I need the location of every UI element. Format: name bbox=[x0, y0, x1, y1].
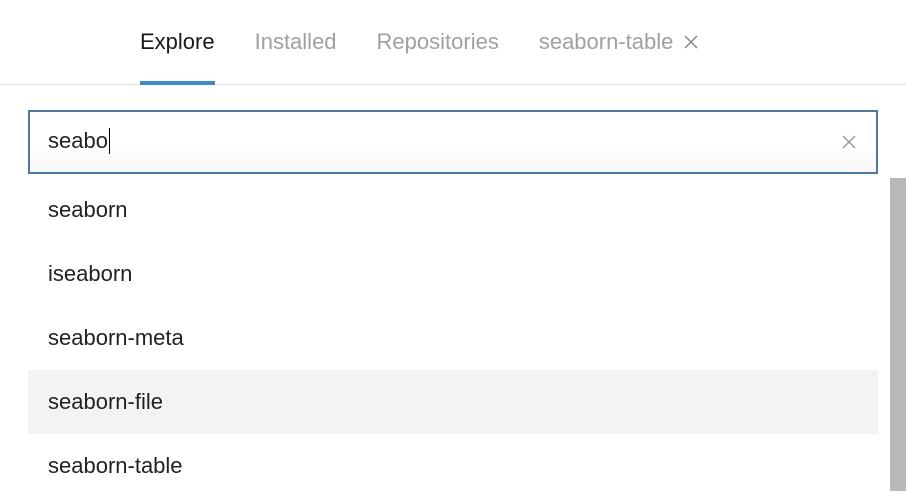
tabs-bar: Explore Installed Repositories seaborn-t… bbox=[0, 0, 906, 85]
results-list: seaborn iseaborn seaborn-meta seaborn-fi… bbox=[28, 178, 878, 498]
result-label: iseaborn bbox=[48, 261, 132, 286]
list-item[interactable]: seaborn-meta bbox=[28, 306, 878, 370]
tab-seaborn-table[interactable]: seaborn-table bbox=[539, 0, 700, 84]
tab-repositories-label: Repositories bbox=[377, 29, 499, 55]
close-icon[interactable] bbox=[683, 34, 699, 50]
tab-extra-label: seaborn-table bbox=[539, 29, 674, 55]
tab-repositories[interactable]: Repositories bbox=[377, 0, 499, 84]
text-cursor bbox=[109, 128, 111, 154]
scrollbar-thumb[interactable] bbox=[890, 178, 906, 491]
result-label: seaborn-file bbox=[48, 389, 163, 414]
list-item[interactable]: seaborn-file bbox=[28, 370, 878, 434]
list-item[interactable]: iseaborn bbox=[28, 242, 878, 306]
tab-installed-label: Installed bbox=[255, 29, 337, 55]
tab-installed[interactable]: Installed bbox=[255, 0, 337, 84]
tab-explore-label: Explore bbox=[140, 29, 215, 55]
search-input[interactable]: seabo bbox=[28, 110, 878, 174]
scrollbar[interactable] bbox=[890, 178, 906, 503]
tab-explore[interactable]: Explore bbox=[140, 0, 215, 84]
list-item[interactable]: seaborn-table bbox=[28, 434, 878, 498]
clear-icon[interactable] bbox=[840, 133, 858, 151]
result-label: seaborn-meta bbox=[48, 325, 184, 350]
search-input-value: seabo bbox=[48, 128, 840, 155]
result-label: seaborn-table bbox=[48, 453, 183, 478]
content-area: seabo seaborn iseaborn seaborn-meta seab… bbox=[0, 85, 906, 498]
list-item[interactable]: seaborn bbox=[28, 178, 878, 242]
result-label: seaborn bbox=[48, 197, 128, 222]
